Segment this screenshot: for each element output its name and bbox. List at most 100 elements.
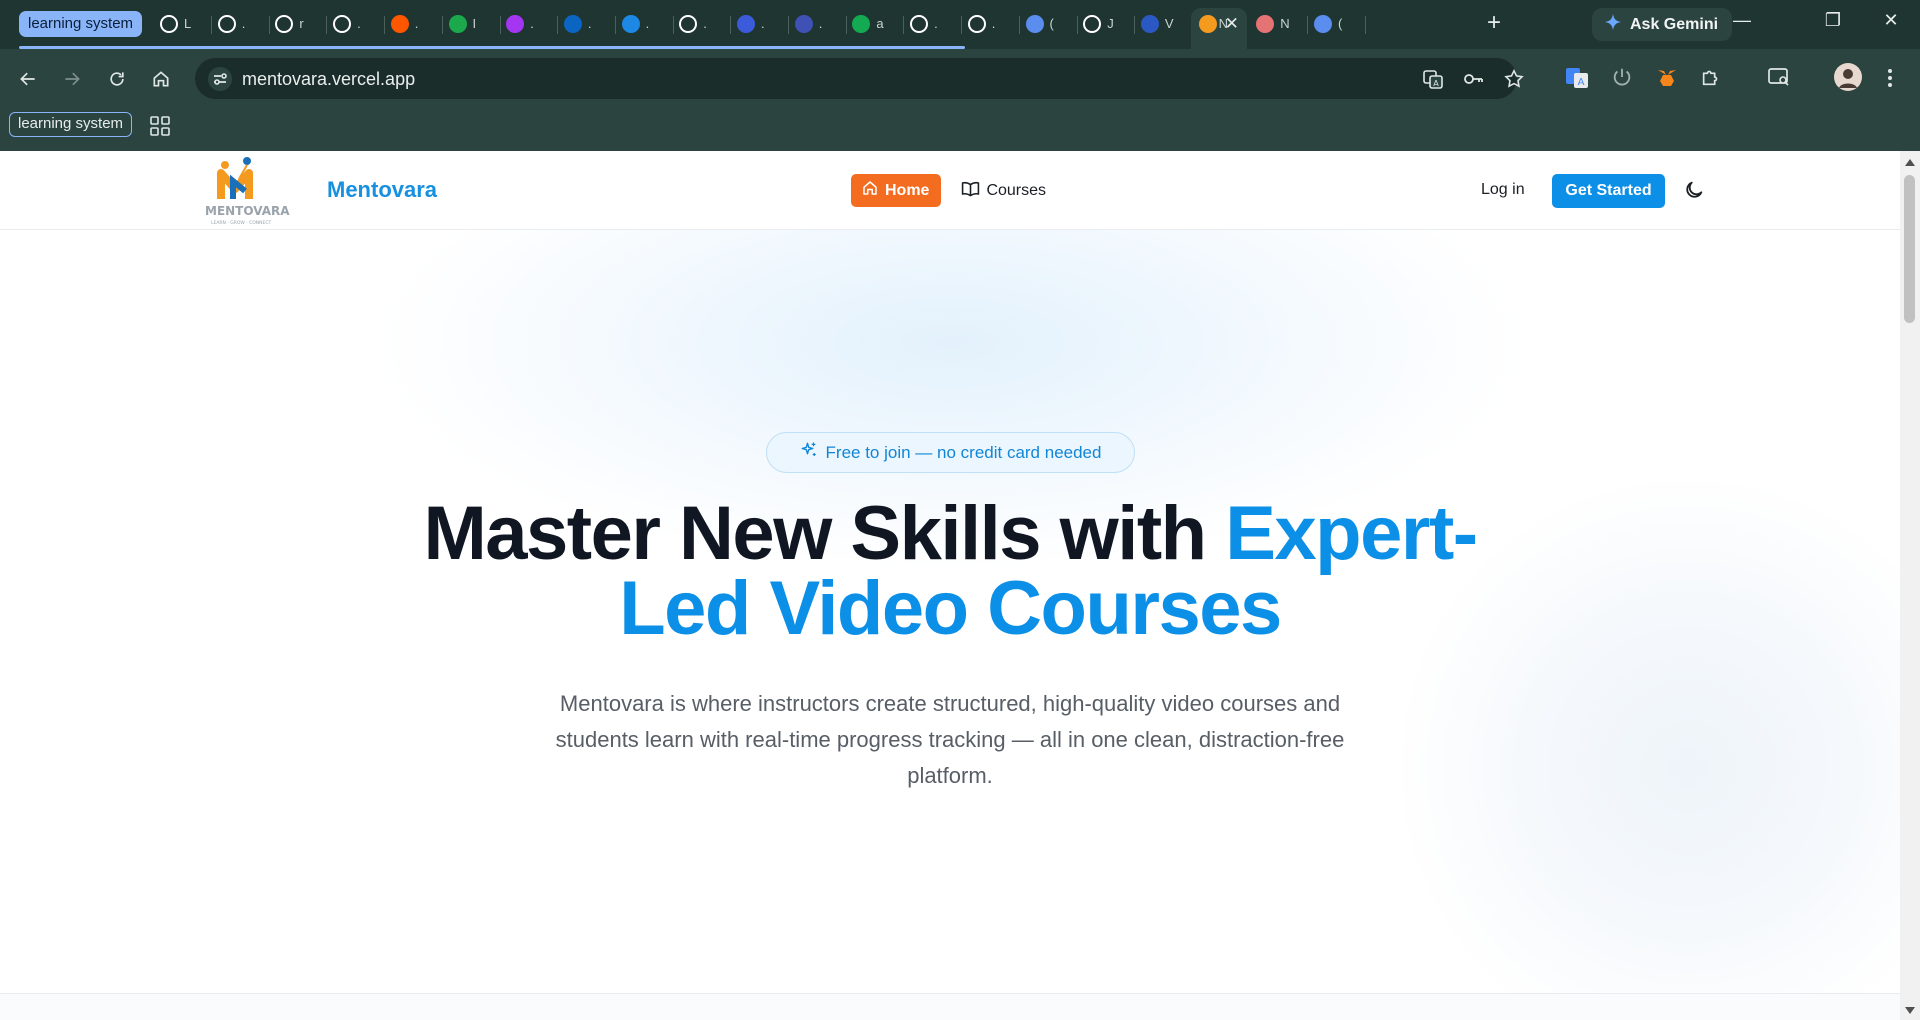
page-scrollbar[interactable]	[1900, 151, 1920, 1020]
scrollbar-thumb[interactable]	[1904, 175, 1915, 323]
chatgpt-icon	[1083, 15, 1102, 33]
reload-button[interactable]	[103, 65, 131, 93]
restore-button[interactable]: ❐	[1818, 10, 1848, 31]
browser-tab[interactable]: V	[1133, 8, 1193, 41]
google-translate-extension-icon[interactable]: A	[1565, 66, 1591, 92]
bookmark-star-icon[interactable]	[1503, 68, 1525, 90]
tab-title: .	[587, 16, 592, 31]
browser-tab[interactable]: .	[960, 8, 1020, 41]
browser-tab[interactable]: (	[1018, 8, 1078, 41]
reload-icon	[110, 72, 124, 86]
minimize-button[interactable]: —	[1727, 10, 1757, 31]
headline-accent-1: Expert-	[1225, 491, 1478, 576]
browser-menu-icon[interactable]	[1886, 67, 1912, 93]
theme-toggle-moon-icon[interactable]	[1683, 179, 1705, 201]
home-icon	[153, 71, 169, 87]
badge-text: Free to join — no credit card needed	[825, 442, 1102, 462]
info-icon	[679, 15, 698, 33]
profile-avatar[interactable]	[1833, 62, 1863, 92]
nav-courses-link[interactable]: Courses	[955, 174, 1052, 207]
scroll-up-arrow-icon[interactable]	[1905, 159, 1915, 166]
translate-icon[interactable]: A	[1422, 68, 1444, 90]
browser-tab[interactable]: .	[383, 8, 443, 41]
browser-tab[interactable]: .	[787, 8, 847, 41]
browser-tab[interactable]: J	[1075, 8, 1136, 41]
url-text[interactable]: mentovara.vercel.app	[242, 69, 415, 90]
mentovara-logo[interactable]: MENTOVARA LEARN · GROW · CONNECT	[203, 151, 303, 230]
browser-tab[interactable]: .	[556, 8, 616, 41]
bookmark-group-learning-system[interactable]: learning system	[9, 112, 133, 137]
brand-name[interactable]: Mentovara	[327, 177, 437, 203]
mongodb-icon	[852, 15, 871, 33]
site-info-icon[interactable]	[207, 66, 233, 92]
get-started-button[interactable]: Get Started	[1552, 174, 1665, 208]
openai-alt-icon	[967, 15, 986, 33]
extensions-puzzle-icon[interactable]	[1700, 66, 1726, 92]
tab-group-label[interactable]: learning system	[19, 11, 143, 37]
back-button[interactable]	[14, 65, 42, 93]
ask-gemini-button[interactable]: Ask Gemini	[1592, 8, 1733, 41]
tab-title: r	[299, 16, 304, 31]
browser-tab[interactable]: .	[210, 8, 270, 41]
forward-button[interactable]	[58, 65, 86, 93]
browser-tab[interactable]: .	[498, 8, 559, 41]
ask-gemini-label: Ask Gemini	[1630, 15, 1719, 33]
address-bar[interactable]: mentovara.vercel.app A	[195, 58, 1524, 99]
close-tab-icon[interactable]: ✕	[1225, 14, 1239, 34]
nav-home-label: Home	[885, 181, 930, 199]
power-extension-icon[interactable]	[1611, 66, 1637, 92]
dashboard-icon	[794, 15, 813, 33]
nav-courses-label: Courses	[986, 181, 1047, 199]
mentovara-icon	[1198, 15, 1217, 33]
gemini-icon	[1314, 15, 1332, 33]
logo-tagline: LEARN · GROW · CONNECT	[211, 220, 272, 226]
tab-title: .	[934, 16, 938, 31]
browser-tab[interactable]: a	[844, 8, 905, 41]
browser-tab[interactable]: r	[267, 8, 328, 41]
home-button[interactable]	[147, 65, 175, 93]
password-key-icon[interactable]	[1462, 68, 1484, 90]
tab-title: I	[472, 16, 477, 31]
browser-tab[interactable]: .	[325, 8, 386, 41]
kotlin-icon	[737, 15, 755, 33]
new-tab-button[interactable]: +	[1487, 8, 1501, 38]
headline-accent-2: Led Video Courses	[619, 566, 1282, 651]
hero-headline: Master New Skills with Expert- Led Video…	[300, 496, 1600, 647]
tab-title: .	[818, 16, 823, 31]
login-link[interactable]: Log in	[1481, 181, 1525, 199]
tab-title: .	[645, 16, 650, 31]
tab-search-icon[interactable]	[1767, 66, 1793, 92]
tab-title: (	[1338, 16, 1343, 31]
tab-title: V	[1164, 16, 1174, 31]
logo-wordmark: MENTOVARA	[205, 204, 290, 218]
browser-tab[interactable]: (	[1306, 8, 1366, 41]
close-window-button[interactable]: ✕	[1876, 10, 1906, 31]
web-page: MENTOVARA LEARN · GROW · CONNECT Mentova…	[0, 151, 1900, 1020]
gemini-sparkle-icon	[1604, 13, 1622, 36]
reddit-icon	[390, 15, 409, 33]
scroll-down-arrow-icon[interactable]	[1905, 1007, 1915, 1014]
browser-tab[interactable]: I	[441, 8, 501, 41]
browser-tab[interactable]: .	[902, 8, 963, 41]
free-to-join-badge: Free to join — no credit card needed	[766, 432, 1135, 473]
browser-tab[interactable]: .	[671, 8, 732, 41]
metamask-extension-icon[interactable]	[1655, 66, 1681, 92]
gemini-icon	[1025, 15, 1044, 33]
tab-title: .	[414, 16, 419, 31]
tab-title: L	[184, 16, 192, 31]
linkedin-icon	[563, 15, 582, 33]
tab-title: .	[761, 16, 765, 31]
tab-title: N	[1280, 16, 1290, 31]
browser-tab[interactable]: L	[152, 8, 212, 41]
browser-tab[interactable]: .	[729, 8, 789, 41]
browser-tab[interactable]: N	[1248, 8, 1309, 41]
vercel-icon	[275, 15, 294, 33]
apps-grid-icon[interactable]	[150, 116, 170, 141]
tab-title: .	[991, 16, 996, 31]
nav-home-link[interactable]: Home	[851, 174, 942, 207]
browser-tab-strip: learning system L. r.. I...... a.. (J V N ✕ N ( +…	[0, 0, 1920, 49]
tab-title: .	[703, 16, 707, 31]
openai-icon	[160, 15, 178, 33]
browser-tab[interactable]: N ✕	[1190, 8, 1247, 49]
browser-tab[interactable]: .	[614, 8, 674, 41]
